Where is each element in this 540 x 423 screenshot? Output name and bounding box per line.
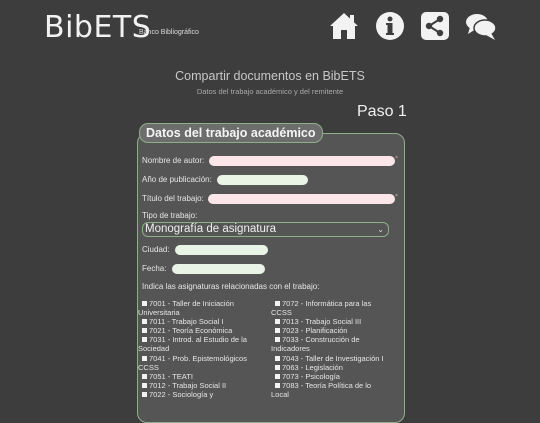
chevron-down-icon: ⌄	[377, 225, 384, 234]
header: BibETS Banco Bibliográfico	[0, 0, 540, 52]
step-indicator: Paso 1	[357, 103, 407, 120]
subject-label: 7011 - Trabajo Social I	[149, 317, 224, 327]
subject-checkbox-item[interactable]: 7051 - TEATI	[138, 372, 273, 381]
subject-checkbox-item[interactable]: 7023 - Planificación	[271, 326, 401, 335]
subject-label: 7023 - Planificación	[282, 326, 348, 336]
form-legend: Datos del trabajo académico	[139, 123, 323, 143]
checkbox[interactable]	[275, 355, 280, 361]
city-input[interactable]	[175, 245, 268, 255]
subject-label: Sociedad	[138, 344, 170, 354]
subject-checkbox-item[interactable]: 7013 - Trabajo Social III	[271, 317, 401, 326]
checkbox[interactable]	[275, 364, 280, 370]
checkbox[interactable]	[142, 319, 147, 325]
work-type-value: Monografía de asignatura	[145, 223, 277, 235]
subject-checkbox-item[interactable]: 7063 - Legislación	[271, 363, 401, 372]
year-input[interactable]	[217, 175, 308, 185]
checkbox[interactable]	[142, 355, 147, 361]
checkbox[interactable]	[275, 382, 280, 388]
checkbox[interactable]	[275, 373, 280, 379]
subject-label: CCSS	[138, 362, 159, 372]
subject-checkbox-item[interactable]: 7031 - Introd. al Estudio de la Sociedad	[138, 335, 273, 353]
author-input[interactable]	[209, 156, 395, 166]
checkbox[interactable]	[275, 337, 280, 343]
subject-label: 7072 - Informática para las	[282, 299, 372, 308]
subject-label: 7021 - Teoría Económica	[149, 326, 233, 336]
subject-label: 7051 - TEATI	[149, 371, 193, 381]
checkbox[interactable]	[275, 301, 280, 306]
date-label: Fecha:	[142, 264, 167, 273]
checkbox[interactable]	[142, 337, 147, 343]
checkbox[interactable]	[142, 301, 147, 306]
subject-checkbox-item[interactable]: 7001 - Taller de Iniciación Universitaria	[138, 299, 273, 317]
required-marker: *	[395, 155, 398, 162]
app-logo-subtitle: Banco Bibliográfico	[139, 29, 199, 36]
subject-label: 7041 - Prob. Epistemológicos	[149, 353, 247, 363]
subject-checkbox-item[interactable]: 7011 - Trabajo Social I	[138, 317, 273, 326]
subject-label: 7031 - Introd. al Estudio de la	[149, 335, 247, 345]
required-marker: *	[395, 193, 398, 200]
subject-label: 7063 - Legislación	[282, 362, 343, 372]
checkbox[interactable]	[142, 382, 147, 388]
title-input[interactable]	[208, 194, 395, 204]
checkbox[interactable]	[142, 373, 147, 379]
subject-label: 7012 - Trabajo Social II	[149, 380, 227, 390]
title-label: Título del trabajo:	[142, 194, 204, 203]
subject-label: 7033 - Construcción de	[282, 335, 360, 345]
subject-label: 7001 - Taller de Iniciación	[149, 299, 234, 308]
work-type-select[interactable]: Monografía de asignatura ⌄	[142, 222, 389, 237]
info-icon[interactable]	[375, 11, 405, 41]
type-label: Tipo de trabajo:	[142, 211, 198, 220]
app-logo[interactable]: BibETS	[44, 10, 151, 45]
checkbox[interactable]	[142, 328, 147, 334]
subject-checkbox-item[interactable]: 7072 - Informática para las CCSS	[271, 299, 401, 317]
subject-checkbox-item[interactable]: 7083 - Teoría Política de lo Local	[271, 381, 401, 399]
year-label: Año de publicación:	[142, 175, 212, 184]
subject-checkbox-item[interactable]: 7021 - Teoría Económica	[138, 326, 273, 335]
subject-label: 7073 - Psicología	[282, 371, 340, 381]
checkbox[interactable]	[142, 392, 147, 397]
checkbox[interactable]	[275, 319, 280, 325]
subject-checkbox-item[interactable]: 7012 - Trabajo Social II	[138, 381, 273, 390]
checkbox[interactable]	[275, 328, 280, 334]
subject-checkbox-item[interactable]: 7022 - Sociología y	[138, 390, 273, 399]
subject-label: CCSS	[271, 308, 292, 317]
subject-label: Universitaria	[138, 308, 180, 317]
share-icon[interactable]	[420, 11, 450, 41]
subject-checkbox-item[interactable]: 7073 - Psicología	[271, 372, 401, 381]
subject-label: 7013 - Trabajo Social III	[282, 317, 362, 327]
chat-icon[interactable]	[465, 11, 497, 41]
date-input[interactable]	[172, 264, 265, 274]
home-icon[interactable]	[329, 11, 359, 41]
subjects-label: Indica las asignaturas relacionadas con …	[142, 282, 320, 291]
subject-label: 7043 - Taller de Investigación I	[282, 353, 384, 363]
author-label: Nombre de autor:	[142, 156, 205, 165]
city-label: Ciudad:	[142, 245, 170, 254]
page-title: Compartir documentos en BibETS	[175, 69, 365, 83]
subject-checkbox-item[interactable]: 7043 - Taller de Investigación I	[271, 354, 401, 363]
subject-label: Indicadores	[271, 344, 310, 354]
subject-checkbox-item[interactable]: 7033 - Construcción de Indicadores	[271, 335, 401, 353]
subject-label: Local	[271, 389, 289, 399]
subject-checkbox-item[interactable]: 7041 - Prob. Epistemológicos CCSS	[138, 354, 273, 372]
page-subtitle: Datos del trabajo académico y del remite…	[196, 87, 344, 96]
subject-label: 7022 - Sociología y	[149, 390, 214, 399]
subject-label: 7083 - Teoría Política de lo	[282, 380, 372, 390]
